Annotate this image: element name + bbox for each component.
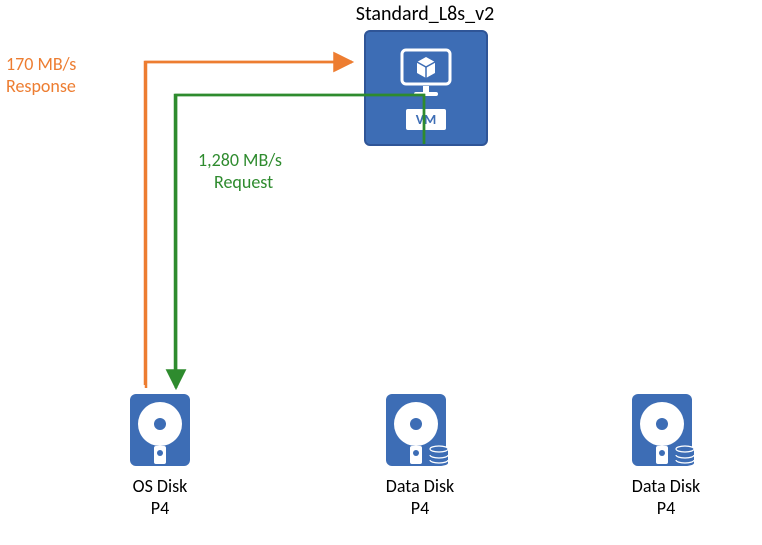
data-disk-1-icon xyxy=(380,390,452,470)
vm-caption: VM xyxy=(406,109,447,130)
data-disk-2-icon xyxy=(626,390,698,470)
os-disk-icon xyxy=(124,390,196,470)
request-kind-label: Request xyxy=(214,172,273,194)
response-flow-line xyxy=(146,62,352,388)
data-disk-2-name: Data Disk xyxy=(606,476,726,498)
os-disk-tier: P4 xyxy=(110,498,210,520)
response-rate-label: 170 MB/s xyxy=(6,54,76,76)
data-disk-1-tier: P4 xyxy=(360,498,480,520)
response-kind-label: Response xyxy=(6,76,76,98)
data-disk-2-tier: P4 xyxy=(606,498,726,520)
response-arrow xyxy=(145,62,352,385)
vm-box: VM xyxy=(364,30,488,146)
vm-title: Standard_L8s_v2 xyxy=(335,2,515,26)
vm-icon xyxy=(396,46,456,105)
data-disk-1-name: Data Disk xyxy=(360,476,480,498)
os-disk-name: OS Disk xyxy=(110,476,210,498)
request-rate-label: 1,280 MB/s xyxy=(198,150,282,172)
